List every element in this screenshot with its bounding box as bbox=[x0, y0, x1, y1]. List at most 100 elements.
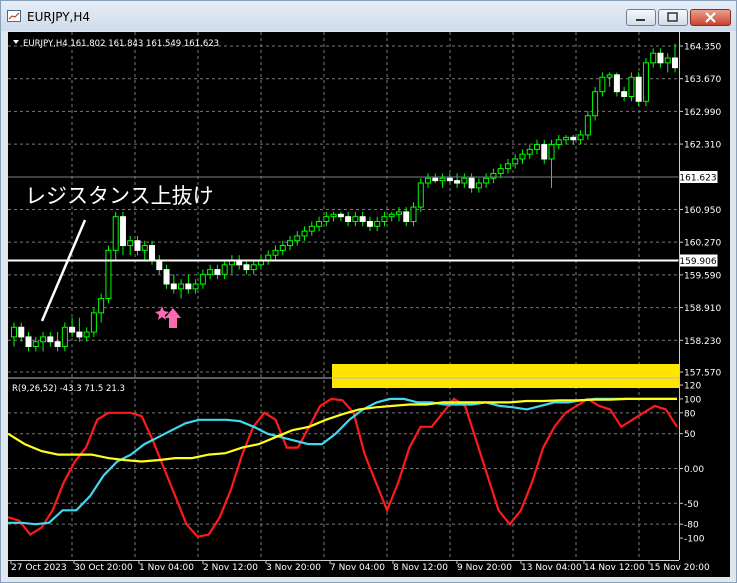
candle-body bbox=[359, 216, 366, 223]
candle-body bbox=[134, 240, 141, 251]
candle-body bbox=[294, 235, 301, 242]
candle-body bbox=[25, 336, 32, 348]
time-tick-label: 1 Nov 04:00 bbox=[139, 563, 194, 573]
current-price-label: 161.623 bbox=[679, 174, 716, 184]
candle-body bbox=[287, 240, 294, 247]
osc-tick-label: 120 bbox=[684, 382, 701, 392]
time-tick-label: 9 Nov 20:00 bbox=[457, 563, 512, 573]
candle-body bbox=[221, 264, 228, 275]
candle-body bbox=[185, 283, 192, 290]
oscillator-yellow-line bbox=[7, 397, 677, 463]
time-axis: 27 Oct 2023 30 Oct 20:00 1 Nov 04:00 2 Nov … bbox=[10, 560, 710, 573]
candle-body bbox=[40, 336, 47, 343]
candle-body bbox=[468, 177, 475, 189]
oscillator-grid bbox=[8, 412, 679, 525]
candle-body bbox=[345, 216, 352, 223]
yellow-highlight-box bbox=[332, 364, 679, 388]
candle-body bbox=[18, 326, 25, 338]
candle-body bbox=[374, 221, 381, 227]
candle-body bbox=[490, 172, 497, 179]
candle-body bbox=[381, 216, 388, 223]
candle-body bbox=[628, 76, 635, 97]
candle-body bbox=[606, 74, 613, 78]
time-tick-label: 3 Nov 20:00 bbox=[266, 563, 321, 573]
oscillator-info-label: R(9,26,52) -43.3 71.5 21.3 bbox=[12, 384, 125, 394]
time-tick-label: 7 Nov 04:00 bbox=[330, 563, 385, 573]
oscillator-red-line bbox=[7, 397, 678, 538]
candle-body bbox=[650, 52, 657, 64]
osc-tick-label: 100 bbox=[684, 395, 701, 405]
candle-body bbox=[352, 216, 359, 223]
candle-body bbox=[461, 177, 468, 184]
candle-body bbox=[105, 249, 112, 299]
candle-body bbox=[98, 297, 105, 314]
restore-icon bbox=[667, 12, 678, 22]
candle-body bbox=[403, 211, 410, 223]
candle-body bbox=[446, 177, 453, 182]
candle-body bbox=[243, 264, 250, 271]
candle-body bbox=[170, 283, 177, 290]
candle-body bbox=[577, 134, 584, 141]
osc-tick-label: -50 bbox=[684, 500, 699, 510]
candle-body bbox=[69, 326, 76, 333]
candle-body bbox=[11, 326, 17, 338]
candle-body bbox=[541, 144, 548, 160]
candle-body bbox=[90, 312, 97, 333]
time-tick-label: 8 Nov 12:00 bbox=[393, 563, 448, 573]
resistance-price-label: 159.906 bbox=[679, 257, 716, 267]
candle-body bbox=[272, 249, 279, 256]
candle-body bbox=[417, 182, 424, 208]
resistance-annotation: レジスタンス上抜け bbox=[25, 184, 214, 208]
oscillator-axis: 120 100 80 50 0.00 -50 -80 -100 bbox=[679, 382, 705, 545]
candle-body bbox=[337, 213, 344, 218]
minimize-button[interactable] bbox=[626, 9, 656, 26]
candle-body bbox=[265, 254, 272, 261]
candle-body bbox=[664, 57, 671, 64]
price-tick-label: 162.310 bbox=[684, 141, 721, 151]
candle-body bbox=[635, 76, 642, 102]
candle-body bbox=[570, 136, 577, 141]
candle-body bbox=[475, 182, 482, 189]
candle-body bbox=[316, 221, 323, 227]
price-axis: 164.350 163.670 162.990 162.310 160.950 160.2… bbox=[679, 43, 721, 379]
price-tick-label: 164.350 bbox=[684, 43, 721, 53]
candle-body bbox=[533, 144, 540, 150]
resistance-price-tag: 159.906 bbox=[678, 253, 719, 268]
candle-body bbox=[199, 273, 206, 285]
candle-body bbox=[214, 269, 221, 275]
candle-body bbox=[279, 245, 286, 251]
time-tick-label: 13 Nov 04:00 bbox=[521, 563, 582, 573]
candle-body bbox=[250, 264, 257, 271]
candle-body bbox=[519, 153, 526, 160]
price-tick-label: 162.990 bbox=[684, 108, 721, 118]
candle-body bbox=[207, 269, 214, 275]
candle-body bbox=[54, 341, 61, 348]
candle-body bbox=[127, 240, 134, 247]
chart-area[interactable]: 164.350 163.670 162.990 162.310 160.950 160.2… bbox=[7, 32, 730, 577]
osc-tick-label: 0.00 bbox=[684, 465, 704, 475]
candle-body bbox=[192, 283, 199, 290]
candle-body bbox=[330, 213, 337, 218]
candle-body bbox=[119, 216, 126, 247]
price-tick-label: 158.230 bbox=[684, 337, 721, 347]
candle-body bbox=[613, 74, 620, 93]
close-button[interactable] bbox=[690, 9, 731, 26]
candle-body bbox=[112, 216, 119, 251]
osc-tick-label: -100 bbox=[684, 535, 705, 545]
candle-body bbox=[592, 91, 599, 117]
chart-canvas[interactable]: 164.350 163.670 162.990 162.310 160.950 160.2… bbox=[7, 32, 730, 577]
close-icon bbox=[705, 12, 716, 23]
annotation-arrow-line bbox=[40, 219, 87, 322]
price-tick-label: 158.910 bbox=[684, 304, 721, 314]
candle-body bbox=[141, 245, 148, 251]
candle-body bbox=[388, 213, 395, 218]
title-bar[interactable]: EURJPY,H4 bbox=[1, 1, 736, 31]
oscillator-lines bbox=[7, 397, 678, 538]
candle-body bbox=[483, 177, 490, 184]
chart-window: EURJPY,H4 164.350 163.670 162.990 162.310 16… bbox=[0, 0, 737, 583]
maximize-button[interactable] bbox=[658, 9, 688, 26]
time-tick-label: 27 Oct 2023 bbox=[11, 563, 67, 573]
time-tick-label: 14 Nov 12:00 bbox=[584, 563, 645, 573]
candle-body bbox=[301, 230, 308, 237]
candle-body bbox=[178, 283, 185, 290]
